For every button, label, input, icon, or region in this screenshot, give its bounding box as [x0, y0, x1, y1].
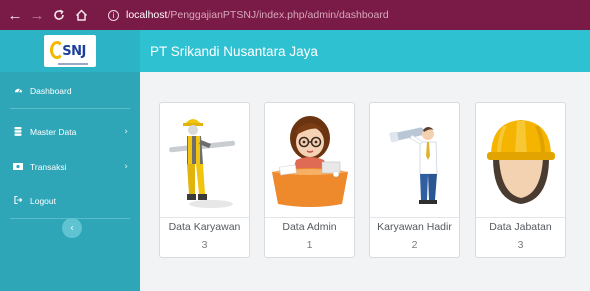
- info-icon[interactable]: i: [108, 9, 119, 21]
- chevron-right-icon: ›: [124, 127, 128, 137]
- dashboard-content: Data Karyawan 3 Data Admin 1 Karyawan Ha…: [140, 72, 590, 291]
- card-count: 2: [411, 239, 418, 251]
- url-host: localhost: [126, 9, 168, 21]
- card-divider: [265, 217, 354, 218]
- sidebar-divider: [10, 108, 130, 109]
- card-divider: [476, 217, 565, 218]
- worker-illustration: [160, 103, 249, 217]
- card-title: Data Karyawan: [168, 221, 241, 233]
- logout-icon: [12, 195, 24, 206]
- topbar: PT Srikandi Nusantara Jaya: [140, 30, 590, 72]
- chevron-right-icon: ›: [124, 162, 128, 172]
- sidebar-item-label: Transaksi: [30, 162, 67, 172]
- chevron-left-icon: ‹: [70, 222, 74, 234]
- hard-hat-illustration: [476, 103, 565, 217]
- card-divider: [370, 217, 459, 218]
- sidebar-item-label: Logout: [30, 196, 56, 206]
- sidebar-toggle-button[interactable]: ‹: [62, 218, 82, 238]
- card-title: Karyawan Hadir: [377, 221, 452, 233]
- back-arrow-icon[interactable]: ←: [4, 0, 26, 30]
- logo-mark-icon: [50, 41, 64, 59]
- sidebar: SNJ Dashboard Master Data › Transaksi › …: [0, 30, 140, 291]
- reload-icon[interactable]: [48, 0, 70, 30]
- logo-text: SNJ: [62, 43, 86, 59]
- card-data-admin[interactable]: Data Admin 1: [264, 102, 355, 258]
- forward-arrow-icon[interactable]: →: [26, 0, 48, 30]
- card-data-jabatan[interactable]: Data Jabatan 3: [475, 102, 566, 258]
- logo-area[interactable]: SNJ: [0, 30, 140, 72]
- page-title: PT Srikandi Nusantara Jaya: [150, 43, 318, 59]
- dashboard-icon: [12, 86, 24, 97]
- card-data-karyawan[interactable]: Data Karyawan 3: [159, 102, 250, 258]
- url-path: /PenggajianPTSNJ/index.php/admin/dashboa…: [167, 9, 389, 21]
- sidebar-item-label: Dashboard: [30, 86, 72, 96]
- browser-address-bar: ← → i localhost/PenggajianPTSNJ/index.ph…: [0, 0, 590, 30]
- card-title: Data Jabatan: [489, 221, 552, 233]
- card-count: 3: [201, 239, 208, 251]
- telescope-man-illustration: [370, 103, 459, 217]
- card-karyawan-hadir[interactable]: Karyawan Hadir 2: [369, 102, 460, 258]
- url-field[interactable]: i localhost/PenggajianPTSNJ/index.php/ad…: [108, 0, 389, 30]
- card-count: 3: [517, 239, 524, 251]
- sidebar-item-master-data[interactable]: Master Data ›: [0, 118, 140, 146]
- sidebar-item-dashboard[interactable]: Dashboard: [0, 77, 140, 105]
- card-title: Data Admin: [282, 221, 337, 233]
- sidebar-item-logout[interactable]: Logout: [0, 187, 140, 215]
- company-logo[interactable]: SNJ: [44, 35, 96, 67]
- admin-illustration: [265, 103, 354, 217]
- card-count: 1: [306, 239, 313, 251]
- database-icon: [12, 126, 24, 138]
- card-divider: [160, 217, 249, 218]
- sidebar-item-transaksi[interactable]: Transaksi ›: [0, 153, 140, 181]
- money-icon: [12, 162, 24, 172]
- logo-tagline: [58, 63, 88, 65]
- home-icon[interactable]: [70, 0, 92, 30]
- sidebar-item-label: Master Data: [30, 127, 77, 137]
